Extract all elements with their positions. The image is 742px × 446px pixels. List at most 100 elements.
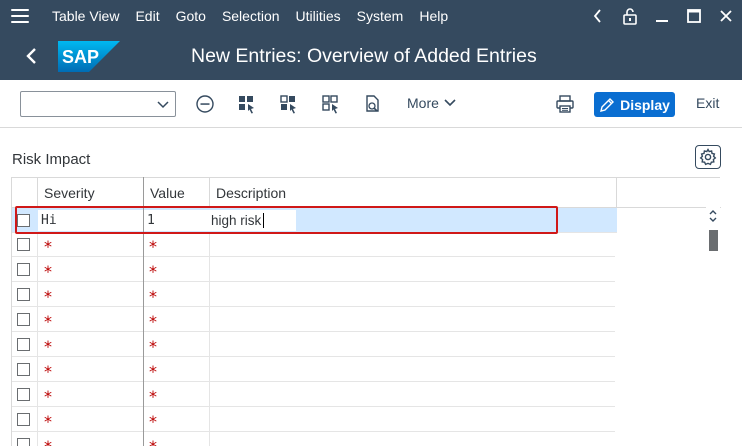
- severity-input[interactable]: *: [37, 432, 143, 446]
- description-input[interactable]: [209, 357, 615, 382]
- table-row[interactable]: * *: [12, 307, 615, 332]
- required-marker: *: [44, 386, 52, 406]
- severity-input[interactable]: *: [37, 282, 143, 307]
- row-selector-checkbox[interactable]: [17, 263, 30, 276]
- table-row[interactable]: * *: [12, 407, 615, 432]
- value-input[interactable]: *: [143, 407, 209, 432]
- row-selector-checkbox[interactable]: [17, 388, 30, 401]
- menu-table-view[interactable]: Table View: [44, 8, 127, 24]
- required-marker: *: [44, 411, 52, 431]
- page-title: New Entries: Overview of Added Entries: [191, 45, 537, 67]
- required-marker: *: [44, 261, 52, 281]
- required-marker: *: [149, 436, 157, 446]
- severity-input[interactable]: *: [37, 407, 143, 432]
- description-input[interactable]: [209, 432, 615, 446]
- chevron-left-icon[interactable]: [582, 0, 614, 32]
- required-marker: *: [44, 336, 52, 356]
- minimize-icon[interactable]: [646, 0, 678, 32]
- value-input[interactable]: *: [143, 382, 209, 407]
- row-selector-checkbox[interactable]: [17, 363, 30, 376]
- required-marker: *: [149, 361, 157, 381]
- column-header-value[interactable]: Value: [144, 178, 210, 208]
- required-marker: *: [44, 236, 52, 256]
- exit-button[interactable]: Exit: [696, 95, 719, 111]
- menu-utilities[interactable]: Utilities: [288, 8, 349, 24]
- description-input[interactable]: [209, 257, 615, 282]
- row-selector-checkbox[interactable]: [17, 438, 30, 446]
- row-selector-checkbox[interactable]: [17, 338, 30, 351]
- required-marker: *: [44, 436, 52, 446]
- severity-input[interactable]: Hi: [38, 210, 144, 231]
- chevron-down-icon: [444, 99, 456, 107]
- menu-system[interactable]: System: [349, 8, 412, 24]
- row-selector-checkbox[interactable]: [17, 238, 30, 251]
- description-input[interactable]: [209, 332, 615, 357]
- severity-input[interactable]: *: [37, 382, 143, 407]
- table-settings-button[interactable]: [695, 145, 721, 169]
- row-selector-checkbox[interactable]: [17, 313, 30, 326]
- chevron-down-icon[interactable]: [156, 97, 170, 111]
- description-input[interactable]: [209, 282, 615, 307]
- vertical-scrollbar[interactable]: [706, 207, 720, 446]
- severity-input[interactable]: *: [37, 257, 143, 282]
- column-header-description[interactable]: Description: [210, 178, 617, 208]
- scrollbar-thumb[interactable]: [709, 230, 718, 251]
- column-header-severity[interactable]: Severity: [38, 178, 144, 208]
- display-label: Display: [620, 96, 670, 113]
- value-input[interactable]: *: [143, 432, 209, 446]
- required-marker: *: [149, 386, 157, 406]
- required-marker: *: [44, 361, 52, 381]
- description-input[interactable]: high risk: [208, 210, 296, 231]
- unlock-icon[interactable]: [614, 0, 646, 32]
- table-header: Severity Value Description: [12, 178, 721, 208]
- severity-input[interactable]: *: [37, 332, 143, 357]
- print-preview-icon[interactable]: [362, 93, 384, 115]
- display-button[interactable]: Display: [594, 92, 675, 117]
- select-all-icon[interactable]: [236, 93, 258, 115]
- select-block-icon[interactable]: [278, 93, 300, 115]
- value-input[interactable]: *: [143, 357, 209, 382]
- sap-gui-window: Table View Edit Goto Selection Utilities…: [0, 0, 742, 446]
- description-input[interactable]: [209, 407, 615, 432]
- severity-input[interactable]: *: [37, 307, 143, 332]
- severity-input[interactable]: *: [37, 232, 143, 257]
- command-field[interactable]: [20, 91, 176, 117]
- sap-logo-text: SAP: [62, 47, 99, 67]
- deselect-all-icon[interactable]: [320, 93, 342, 115]
- required-marker: *: [44, 311, 52, 331]
- title-bar: SAP New Entries: Overview of Added Entri…: [0, 32, 742, 80]
- more-menu-button[interactable]: More: [407, 95, 456, 111]
- table-row[interactable]: * *: [12, 382, 615, 407]
- menu-goto[interactable]: Goto: [168, 8, 214, 24]
- severity-input[interactable]: *: [37, 357, 143, 382]
- delete-row-icon[interactable]: [194, 93, 216, 115]
- value-input[interactable]: *: [143, 307, 209, 332]
- value-input[interactable]: *: [143, 232, 209, 257]
- table-row[interactable]: * *: [12, 257, 615, 282]
- value-input[interactable]: *: [143, 282, 209, 307]
- row-selector-checkbox[interactable]: [17, 413, 30, 426]
- description-input[interactable]: [209, 232, 615, 257]
- value-input[interactable]: *: [143, 332, 209, 357]
- back-arrow-icon[interactable]: [20, 44, 44, 68]
- menu-edit[interactable]: Edit: [127, 8, 167, 24]
- hamburger-menu-icon[interactable]: [11, 9, 29, 23]
- close-icon[interactable]: [710, 0, 742, 32]
- table-row[interactable]: * *: [12, 232, 615, 257]
- description-input[interactable]: [209, 307, 615, 332]
- value-input[interactable]: 1: [144, 210, 210, 231]
- row-selector-checkbox[interactable]: [17, 214, 30, 227]
- row-selector-checkbox[interactable]: [17, 288, 30, 301]
- menu-help[interactable]: Help: [411, 8, 456, 24]
- scroll-up-down-icon[interactable]: [708, 209, 718, 223]
- table-row[interactable]: * *: [12, 332, 615, 357]
- table-row[interactable]: * *: [12, 432, 615, 446]
- value-input[interactable]: *: [143, 257, 209, 282]
- menu-selection[interactable]: Selection: [214, 8, 288, 24]
- table-row[interactable]: * *: [12, 357, 615, 382]
- maximize-icon[interactable]: [678, 0, 710, 32]
- printer-icon[interactable]: [554, 93, 576, 115]
- description-input[interactable]: [209, 382, 615, 407]
- table-row[interactable]: * *: [12, 282, 615, 307]
- table-row[interactable]: Hi 1 high risk: [12, 208, 617, 233]
